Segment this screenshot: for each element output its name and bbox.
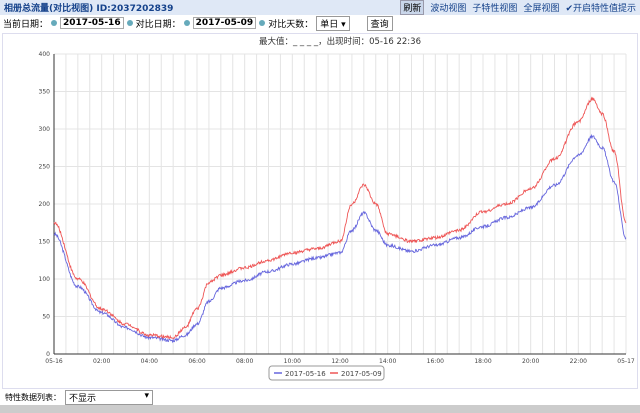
x-tick-label: 08:00 — [236, 358, 253, 365]
x-tick-label: 16:00 — [427, 358, 444, 365]
compare-date-label: 对比日期： — [135, 19, 181, 30]
feature-list-row: 特性数据列表： 不显示 ▾ — [0, 390, 153, 405]
next-day-icon[interactable] — [126, 20, 133, 26]
query-button[interactable]: 查询 — [366, 15, 393, 31]
y-tick-label: 0 — [46, 351, 50, 358]
next-day-icon[interactable] — [259, 20, 266, 26]
feature-list-label: 特性数据列表： — [5, 393, 61, 402]
y-tick-label: 400 — [39, 51, 51, 58]
y-tick-label: 50 — [42, 314, 50, 321]
y-tick-label: 350 — [39, 89, 51, 96]
feature-list-value: 不显示 — [69, 394, 97, 404]
x-tick-label: 20:00 — [522, 358, 539, 365]
line-chart: 最大值：_ _ _ _，出现时间：05-16 22:36 0 50 100 150 200… — [39, 36, 635, 381]
x-tick-label: 05-17 — [617, 358, 635, 365]
compare-days-label: 对比天数： — [268, 19, 314, 30]
x-tick-label: 22:00 — [570, 358, 587, 365]
compare-days-select[interactable]: 单日 ▾ — [316, 15, 350, 31]
legend-label: 2017-05-16 — [285, 370, 326, 378]
x-tick-label: 06:00 — [188, 358, 205, 365]
chart-title: 最大值：_ _ _ _，出现时间：05-16 22:36 — [259, 36, 421, 47]
prev-day-icon[interactable] — [183, 20, 190, 26]
x-tick-label: 18:00 — [474, 358, 491, 365]
x-tick-label: 02:00 — [93, 358, 110, 365]
scrollbar-area — [0, 405, 640, 413]
x-tick-label: 14:00 — [379, 358, 396, 365]
feature-tip-toggle[interactable]: ✔开启特性值提示 — [565, 1, 636, 14]
y-tick-label: 250 — [39, 164, 51, 171]
title-bar: 相册总流量(对比视图) ID:2037202839 刷新 波动视图 子特性视图 … — [0, 0, 640, 15]
query-toolbar: 当前日期： 2017-05-16 对比日期： 2017-05-09 对比天数： … — [0, 15, 640, 31]
y-tick-label: 200 — [39, 201, 51, 208]
compare-days-value: 单日 — [320, 19, 339, 30]
refresh-button[interactable]: 刷新 — [400, 0, 425, 15]
x-tick-label: 10:00 — [284, 358, 301, 365]
y-tick-label: 150 — [39, 239, 51, 246]
legend-label: 2017-05-09 — [341, 370, 382, 378]
x-tick-label: 05-16 — [45, 358, 63, 365]
chart-panel: 最大值：_ _ _ _，出现时间：05-16 22:36 0 50 100 150 200… — [2, 33, 638, 389]
sub-feature-view-link[interactable]: 子特性视图 — [472, 1, 517, 14]
x-tick-label: 12:00 — [331, 358, 348, 365]
y-tick-label: 300 — [39, 126, 51, 133]
page-title: 相册总流量(对比视图) ID:2037202839 — [4, 4, 174, 14]
feature-list-select[interactable]: 不显示 ▾ — [65, 390, 153, 405]
wave-view-link[interactable]: 波动视图 — [430, 1, 466, 14]
prev-day-icon[interactable] — [51, 20, 58, 26]
current-date-input[interactable]: 2017-05-16 — [60, 17, 124, 29]
current-date-label: 当前日期： — [3, 19, 49, 30]
y-tick-label: 100 — [39, 276, 51, 283]
x-tick-label: 04:00 — [141, 358, 158, 365]
fullscreen-view-link[interactable]: 全屏视图 — [523, 1, 559, 14]
compare-date-input[interactable]: 2017-05-09 — [192, 17, 257, 29]
